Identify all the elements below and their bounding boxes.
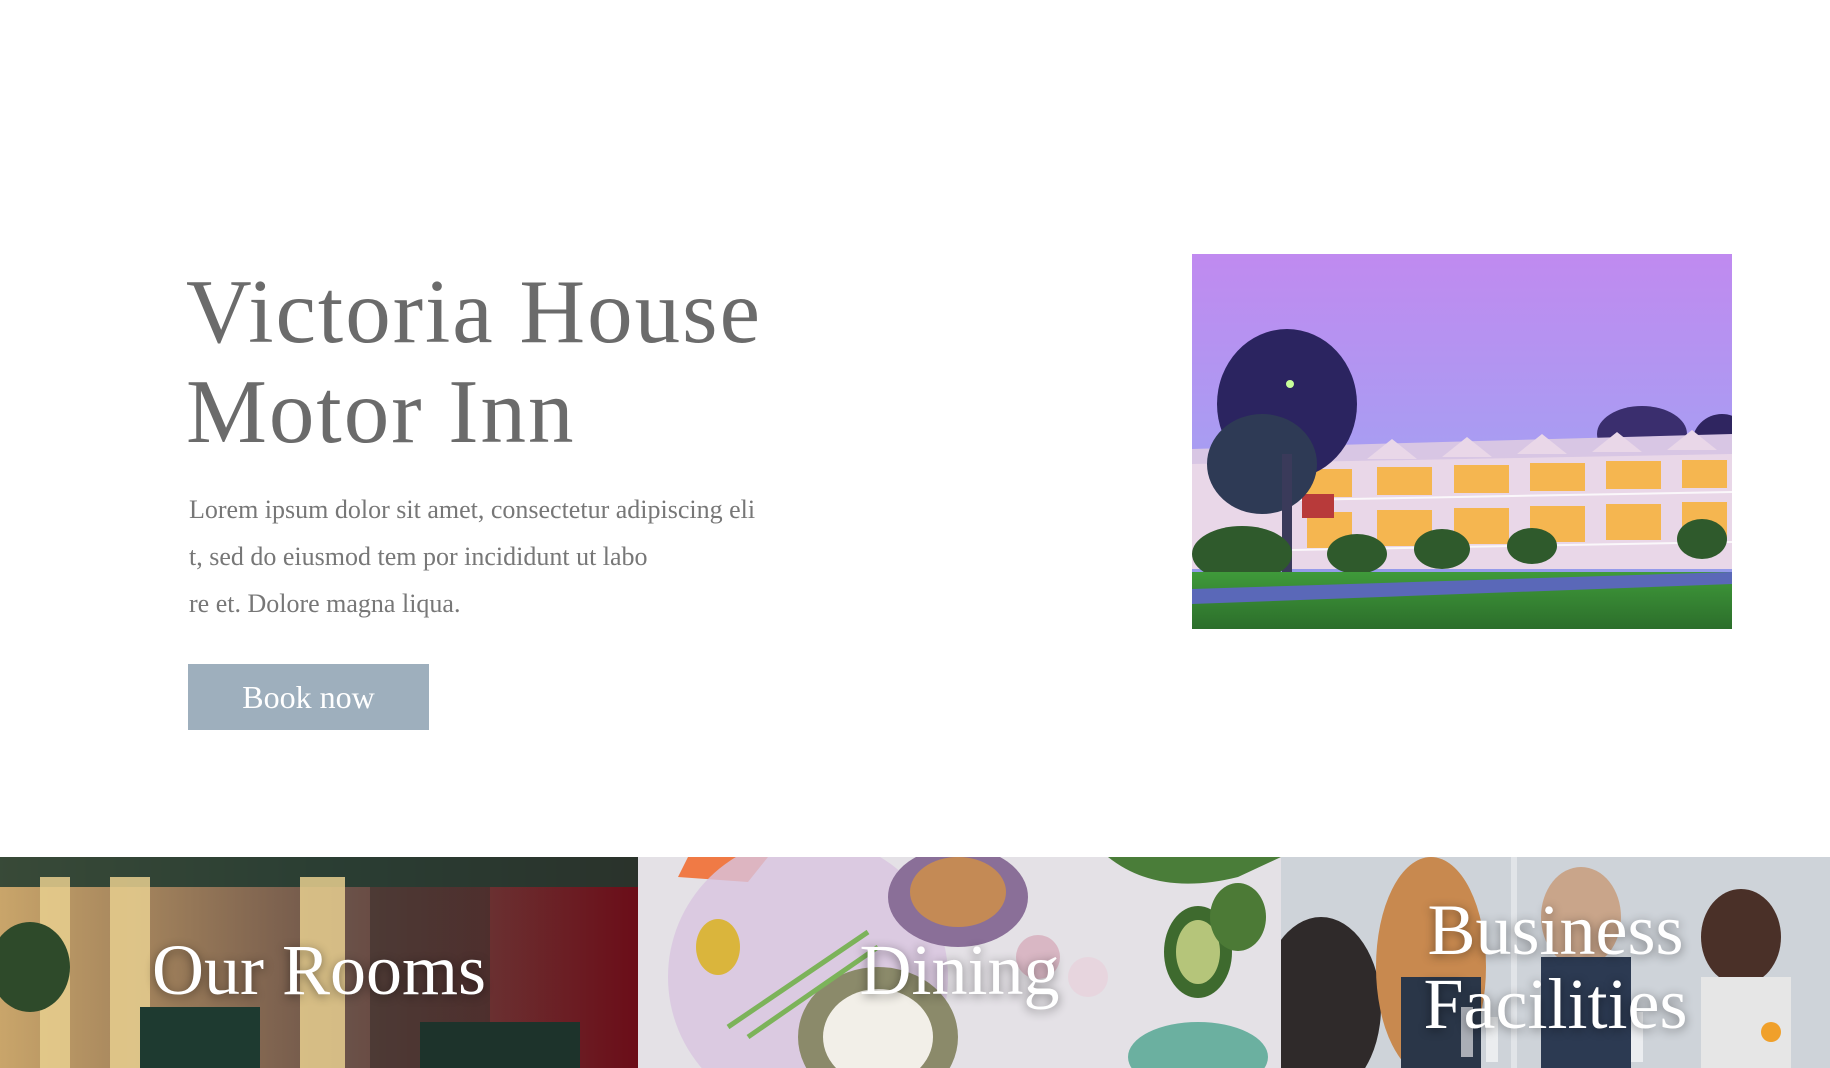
- business-facilities-tile[interactable]: Business Facilities: [1281, 857, 1830, 1068]
- business-facilities-label: Business Facilities: [1281, 893, 1830, 1041]
- intro-line-2: t, sed do eiusmod tem por incididunt ut …: [189, 542, 648, 571]
- intro-line-1: Lorem ipsum dolor sit amet, consectetur …: [189, 495, 756, 524]
- intro-line-3: re et. Dolore magna liqua.: [189, 589, 461, 618]
- motel-exterior-photo: [1192, 254, 1732, 629]
- feature-tiles: Our Rooms Dining Business Facilities: [0, 857, 1830, 1068]
- dining-label: Dining: [859, 930, 1060, 1010]
- our-rooms-tile[interactable]: Our Rooms: [0, 857, 638, 1068]
- hotel-name-line-2: Motor Inn: [186, 361, 576, 462]
- our-rooms-label: Our Rooms: [151, 930, 487, 1010]
- book-now-button[interactable]: Book now: [188, 664, 429, 730]
- dining-tile[interactable]: Dining: [638, 857, 1281, 1068]
- business-label-line-1: Business: [1427, 890, 1684, 970]
- intro-paragraph: Lorem ipsum dolor sit amet, consectetur …: [189, 486, 889, 627]
- hotel-name-heading: Victoria House Motor Inn: [186, 262, 906, 462]
- hotel-name-line-1: Victoria House: [186, 261, 762, 362]
- business-label-line-2: Facilities: [1423, 964, 1688, 1044]
